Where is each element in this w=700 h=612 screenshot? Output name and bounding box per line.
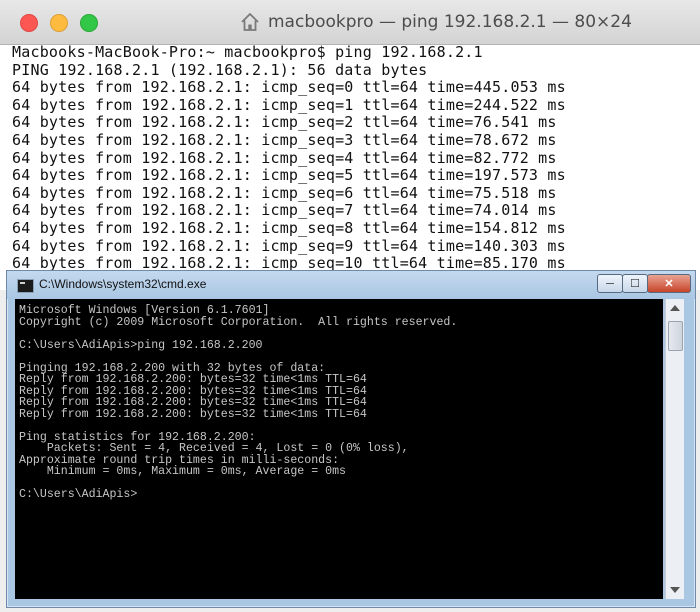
maximize-button[interactable] xyxy=(80,14,98,32)
console-line: Minimum = 0ms, Maximum = 0ms, Average = … xyxy=(19,465,346,478)
terminal-line: 64 bytes from 192.168.2.1: icmp_seq=6 tt… xyxy=(12,183,557,202)
cmd-window-title: C:\Windows\system32\cmd.exe xyxy=(39,277,207,291)
terminal-line: 64 bytes from 192.168.2.1: icmp_seq=3 tt… xyxy=(12,130,557,149)
terminal-line: 64 bytes from 192.168.2.1: icmp_seq=4 tt… xyxy=(12,148,557,167)
terminal-line: 64 bytes from 192.168.2.1: icmp_seq=1 tt… xyxy=(12,95,566,114)
console-line: Reply from 192.168.2.200: bytes=32 time<… xyxy=(19,396,367,409)
cmd-console-output[interactable]: Microsoft Windows [Version 6.1.7601] Cop… xyxy=(15,299,663,599)
terminal-line: 64 bytes from 192.168.2.1: icmp_seq=5 tt… xyxy=(12,166,566,185)
terminal-line: 64 bytes from 192.168.2.1: icmp_seq=7 tt… xyxy=(12,201,557,220)
home-folder-icon xyxy=(241,13,259,31)
console-line: C:\Users\AdiApis> xyxy=(19,488,138,501)
cmd-minimize-button[interactable]: ─ xyxy=(597,274,623,293)
cmd-title-bar[interactable]: C:\Windows\system32\cmd.exe ─ ☐ ✕ xyxy=(7,271,695,299)
minimize-button[interactable] xyxy=(50,14,68,32)
console-line: Copyright (c) 2009 Microsoft Corporation… xyxy=(19,315,458,329)
console-line: C:\Users\AdiApis>ping 192.168.2.200 xyxy=(19,338,263,352)
vertical-scrollbar[interactable] xyxy=(665,299,684,599)
cmd-maximize-button[interactable]: ☐ xyxy=(622,274,648,293)
terminal-line: 64 bytes from 192.168.2.1: icmp_seq=9 tt… xyxy=(12,236,566,255)
console-line: Reply from 192.168.2.200: bytes=32 time<… xyxy=(19,373,367,386)
terminal-line: 64 bytes from 192.168.2.1: icmp_seq=2 tt… xyxy=(12,113,557,132)
close-button[interactable] xyxy=(20,14,38,32)
terminal-line: Macbooks-MacBook-Pro:~ macbookpro$ ping … xyxy=(12,43,483,61)
scroll-down-icon[interactable] xyxy=(670,587,680,593)
window-title: macbookpro — ping 192.168.2.1 — 80×24 xyxy=(268,12,632,32)
scroll-thumb[interactable] xyxy=(668,321,683,351)
terminal-line: 64 bytes from 192.168.2.1: icmp_seq=8 tt… xyxy=(12,218,566,237)
terminal-line: 64 bytes from 192.168.2.1: icmp_seq=0 tt… xyxy=(12,78,566,97)
mac-terminal-output[interactable]: Macbooks-MacBook-Pro:~ macbookpro$ ping … xyxy=(12,43,700,273)
scroll-up-icon[interactable] xyxy=(670,305,680,311)
mac-title-group: macbookpro — ping 192.168.2.1 — 80×24 xyxy=(240,9,632,35)
cmd-close-button[interactable]: ✕ xyxy=(647,274,691,293)
mac-title-bar[interactable]: macbookpro — ping 192.168.2.1 — 80×24 xyxy=(0,0,700,45)
mac-terminal-window: macbookpro — ping 192.168.2.1 — 80×24 Ma… xyxy=(0,0,700,290)
console-line: Packets: Sent = 4, Received = 4, Lost = … xyxy=(19,442,409,455)
terminal-line: PING 192.168.2.1 (192.168.2.1): 56 data … xyxy=(12,60,428,79)
cmd-window: C:\Windows\system32\cmd.exe ─ ☐ ✕ Micros… xyxy=(6,270,696,608)
console-line: Microsoft Windows [Version 6.1.7601] xyxy=(19,304,270,317)
console-line: Reply from 192.168.2.200: bytes=32 time<… xyxy=(19,407,367,421)
cmd-app-icon xyxy=(17,279,34,293)
